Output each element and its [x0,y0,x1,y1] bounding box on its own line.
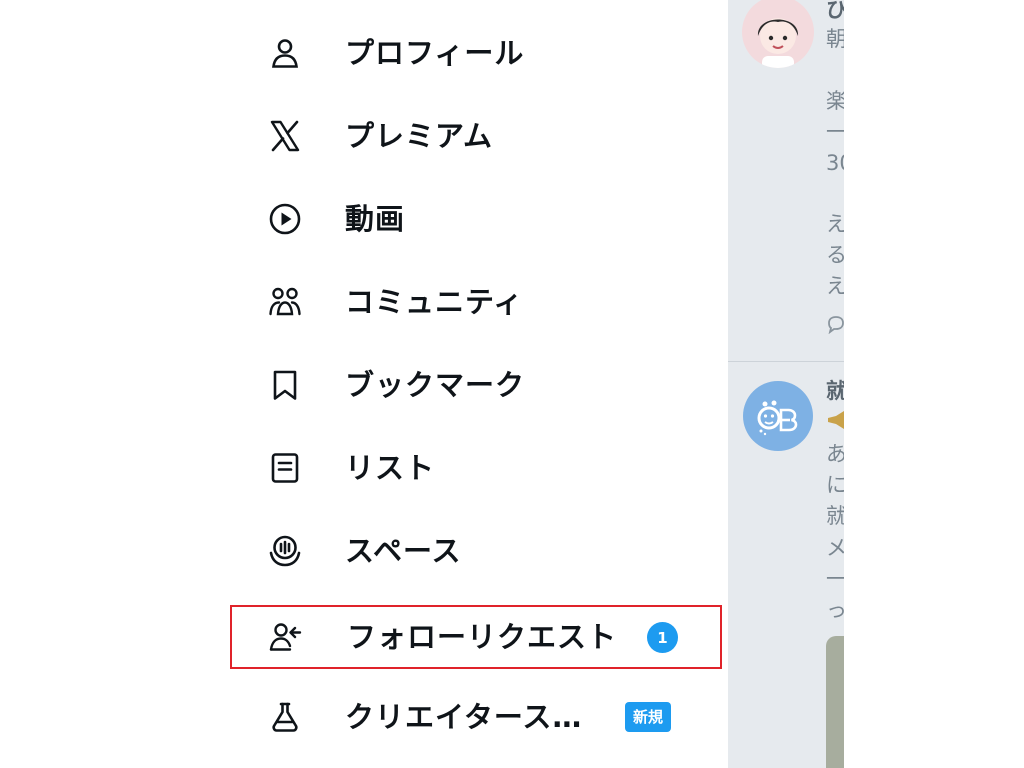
menu-item-label: クリエイタース… [345,700,583,734]
follow-request-icon [268,620,302,654]
menu-item-bookmarks[interactable]: ブックマーク [230,353,722,417]
communities-icon [268,285,302,319]
post-text-fragment: メ [826,536,844,560]
bookmark-icon [268,368,302,402]
new-badge: 新規 [625,702,672,732]
post-text-fragment: 30 [826,151,844,175]
empty-area [844,0,1024,768]
avatar[interactable] [742,0,814,68]
menu-item-lists[interactable]: リスト [230,436,722,500]
menu-item-label: コミュニティ [345,285,524,319]
list-icon [268,451,302,485]
post-author-fragment: ひ [826,0,844,22]
avatar-illustration [757,18,799,68]
post-text-fragment: 一 [826,120,844,144]
navigation-drawer: プロフィール プレミアム 動画 コミュニティ ブックマーク リスト スペース フ… [0,0,728,768]
menu-item-premium[interactable]: プレミアム [230,104,722,168]
post-text-fragment: え [826,274,844,298]
trumpet-emoji-icon [826,410,844,435]
menu-item-video[interactable]: 動画 [230,187,722,251]
menu-item-label: フォローリクエスト [347,620,618,654]
menu-item-label: リスト [345,451,436,485]
menu-item-label: プロフィール [345,36,525,70]
reply-icon[interactable] [826,314,844,339]
post-text-fragment: っ [826,598,844,622]
menu-item-label: ブックマーク [345,368,526,402]
play-circle-icon [268,202,302,236]
menu-item-spaces[interactable]: スペース [230,519,722,583]
timeline-background: ひ 朝 楽 一 30 え る え 就 あ に 就 メ 一 っ [728,0,844,768]
menu-item-communities[interactable]: コミュニティ [230,270,722,334]
post-text-fragment: 朝 [826,27,844,51]
notification-count-badge: 1 [647,622,678,653]
post-text-fragment: 就 [826,504,844,528]
menu-item-profile[interactable]: プロフィール [230,21,722,85]
person-icon [268,36,302,70]
menu-item-label: プレミアム [345,119,493,153]
post-text-fragment: え [826,212,844,236]
post-text-fragment: 楽 [826,89,844,113]
post-divider [728,361,844,362]
post-text-fragment: あ [826,442,844,466]
post-media-image[interactable] [826,636,844,768]
avatar-logo [757,400,798,436]
avatar[interactable] [743,381,813,451]
spaces-icon [268,534,302,568]
post-text-fragment: る [826,243,844,267]
post-author-fragment: 就 [826,379,844,403]
x-logo-icon [268,119,302,153]
menu-item-creator-studio[interactable]: クリエイタース… 新規 [230,685,722,749]
post-text-fragment: に [826,473,844,497]
flask-icon [268,700,302,734]
menu-item-label: スペース [345,534,462,568]
menu-item-follow-requests[interactable]: フォローリクエスト 1 [230,605,722,669]
post-text-fragment: 一 [826,567,844,591]
menu-item-label: 動画 [345,202,406,236]
